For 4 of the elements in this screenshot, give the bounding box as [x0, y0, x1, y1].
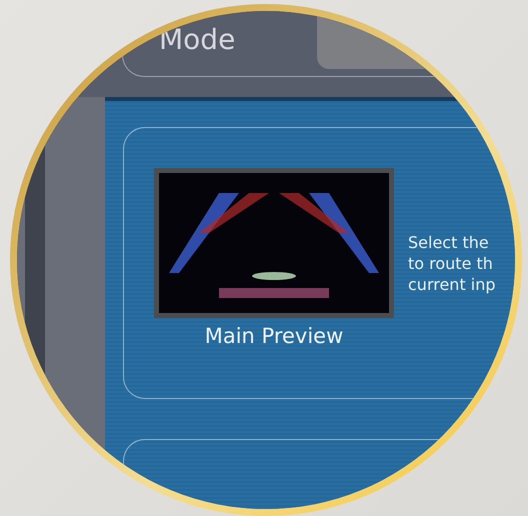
- mode-title: Mode: [159, 23, 236, 56]
- description-text: Select the to route th current inp: [408, 232, 496, 294]
- preview-label: Main Preview: [204, 324, 344, 348]
- photo-placeholder[interactable]: [154, 168, 394, 318]
